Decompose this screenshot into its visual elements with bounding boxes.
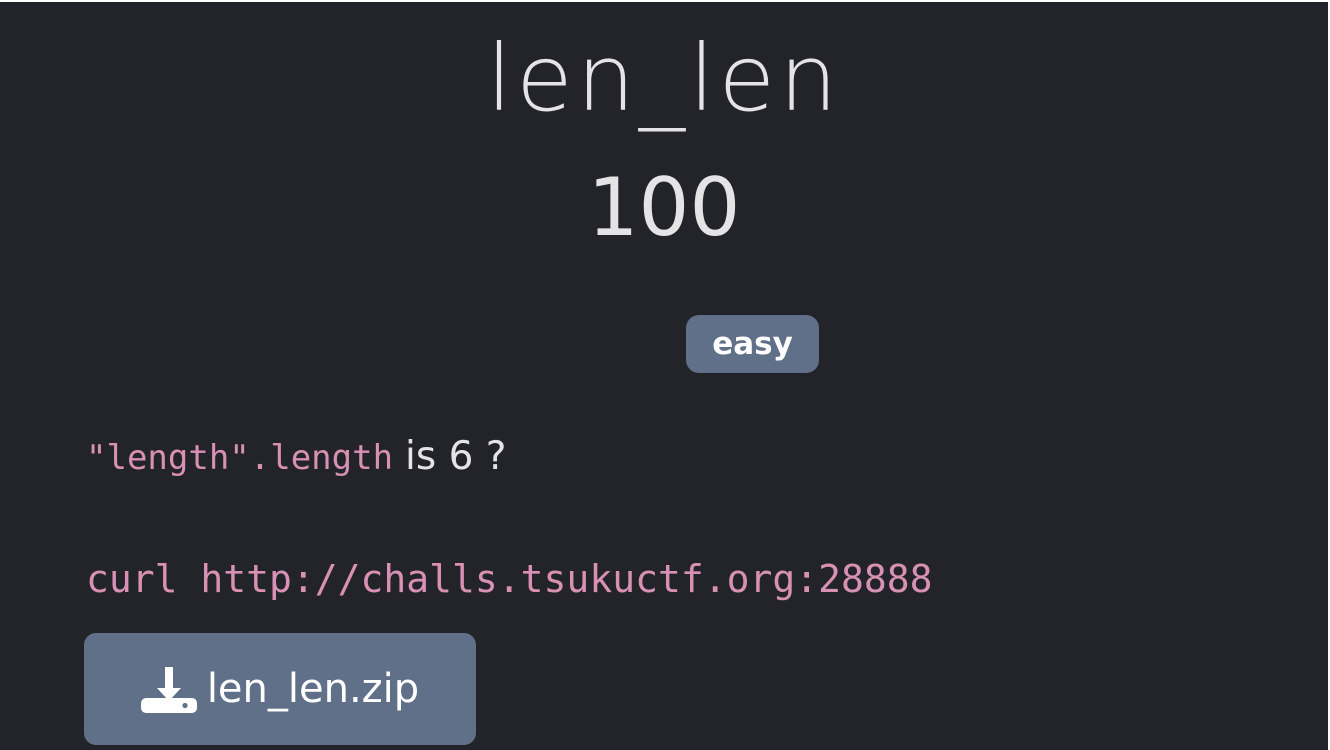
challenge-title: len_len — [486, 25, 842, 132]
description-text: is 6 ? — [405, 434, 507, 479]
challenge-description: "length".length is 6 ? — [86, 434, 507, 481]
download-attachment-button[interactable]: len_len.zip — [84, 633, 476, 745]
curl-command: curl http://challs.tsukuctf.org:28888 — [86, 557, 933, 601]
download-icon — [140, 667, 197, 713]
difficulty-badge: easy — [686, 315, 819, 373]
challenge-points: 100 — [587, 161, 741, 254]
description-code: "length".length — [86, 438, 394, 478]
download-label: len_len.zip — [206, 666, 420, 712]
challenge-panel: len_len 100 easy "length".length is 6 ? … — [0, 2, 1328, 750]
